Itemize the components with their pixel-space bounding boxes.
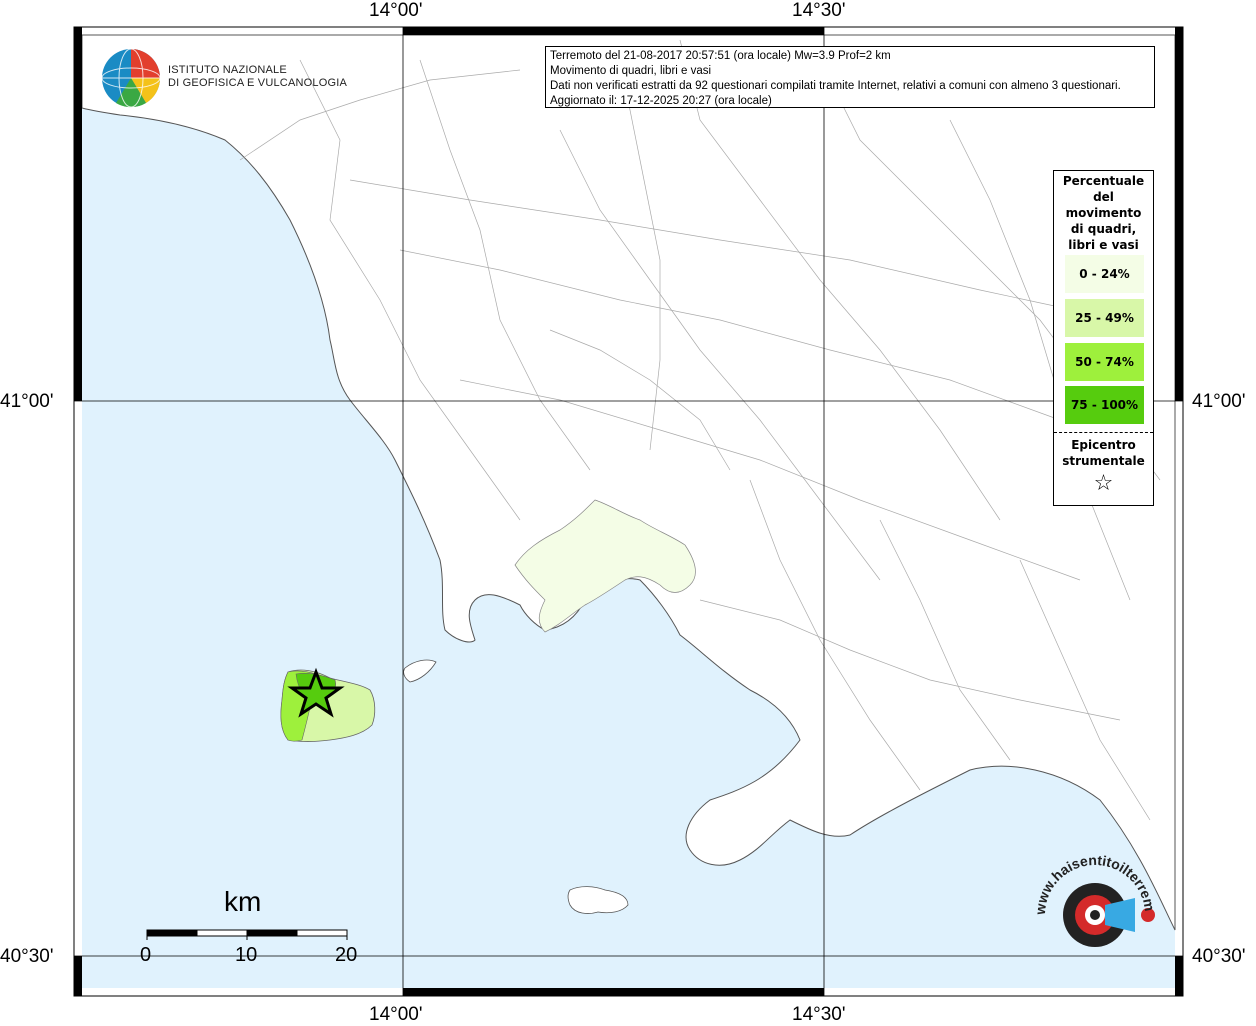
legend-divider: [1054, 432, 1153, 433]
event-updated: Aggiornato il: 17-12-2025 20:27 (ora loc…: [550, 95, 772, 107]
scale-unit: km: [224, 886, 262, 917]
axis-bottom-lon-2: 14°30': [792, 1004, 846, 1025]
legend-class-75-100: 75 - 100%: [1065, 386, 1144, 424]
legend-epicenter-label: Epicentro strumentale: [1054, 437, 1153, 469]
scale-tick-20: 20: [335, 944, 358, 966]
event-info-box: Terremoto del 21-08-2017 20:57:51 (ora l…: [545, 46, 1155, 108]
legend-title-line: di quadri,: [1070, 222, 1137, 236]
ingv-logo-text: ISTITUTO NAZIONALE DI GEOFISICA E VULCAN…: [168, 64, 347, 90]
axis-right-lat-1: 41°00': [1192, 391, 1246, 412]
legend-title-line: Percentuale: [1062, 174, 1145, 188]
axis-left-lat-2: 40°30': [0, 946, 54, 967]
logo-line-1: ISTITUTO NAZIONALE: [168, 64, 287, 76]
legend-class-0-24: 0 - 24%: [1065, 255, 1144, 293]
svg-text:www.haisentitoilterremoto.it: www.haisentitoilterremoto.it: [1025, 845, 1158, 916]
legend-epicenter-line: strumentale: [1062, 454, 1145, 468]
legend-class-25-49: 25 - 49%: [1065, 299, 1144, 337]
legend-title-line: movimento: [1065, 206, 1142, 220]
axis-bottom-lon-1: 14°00': [369, 1004, 423, 1025]
axis-top-lon-1: 14°00': [369, 0, 423, 21]
legend-title: Percentuale del movimento di quadri, lib…: [1054, 171, 1153, 253]
axis-left-lat-1: 41°00': [0, 391, 54, 412]
legend-title-line: libri e vasi: [1068, 238, 1139, 252]
event-data-note: Dati non verificati estratti da 92 quest…: [550, 80, 1121, 92]
badge-url: www.haisentitoilterremoto.it: [1025, 845, 1158, 916]
legend: Percentuale del movimento di quadri, lib…: [1053, 170, 1154, 506]
legend-title-line: del: [1093, 190, 1114, 204]
legend-star-icon: ☆: [1093, 471, 1114, 496]
event-subtitle: Movimento di quadri, libri e vasi: [550, 65, 712, 77]
scale-tick-0: 0: [140, 944, 152, 966]
axis-top-lon-2: 14°30': [792, 0, 846, 21]
ingv-globe-icon: [101, 48, 161, 108]
axis-right-lat-2: 40°30': [1192, 946, 1246, 967]
haisentito-badge[interactable]: www.haisentitoilterremoto.it: [1025, 845, 1165, 985]
legend-class-50-74: 50 - 74%: [1065, 343, 1144, 381]
logo-line-2: DI GEOFISICA E VULCANOLOGIA: [168, 77, 347, 89]
event-title: Terremoto del 21-08-2017 20:57:51 (ora l…: [550, 50, 891, 62]
scale-tick-10: 10: [235, 944, 258, 966]
legend-epicenter-line: Epicentro: [1071, 438, 1136, 452]
